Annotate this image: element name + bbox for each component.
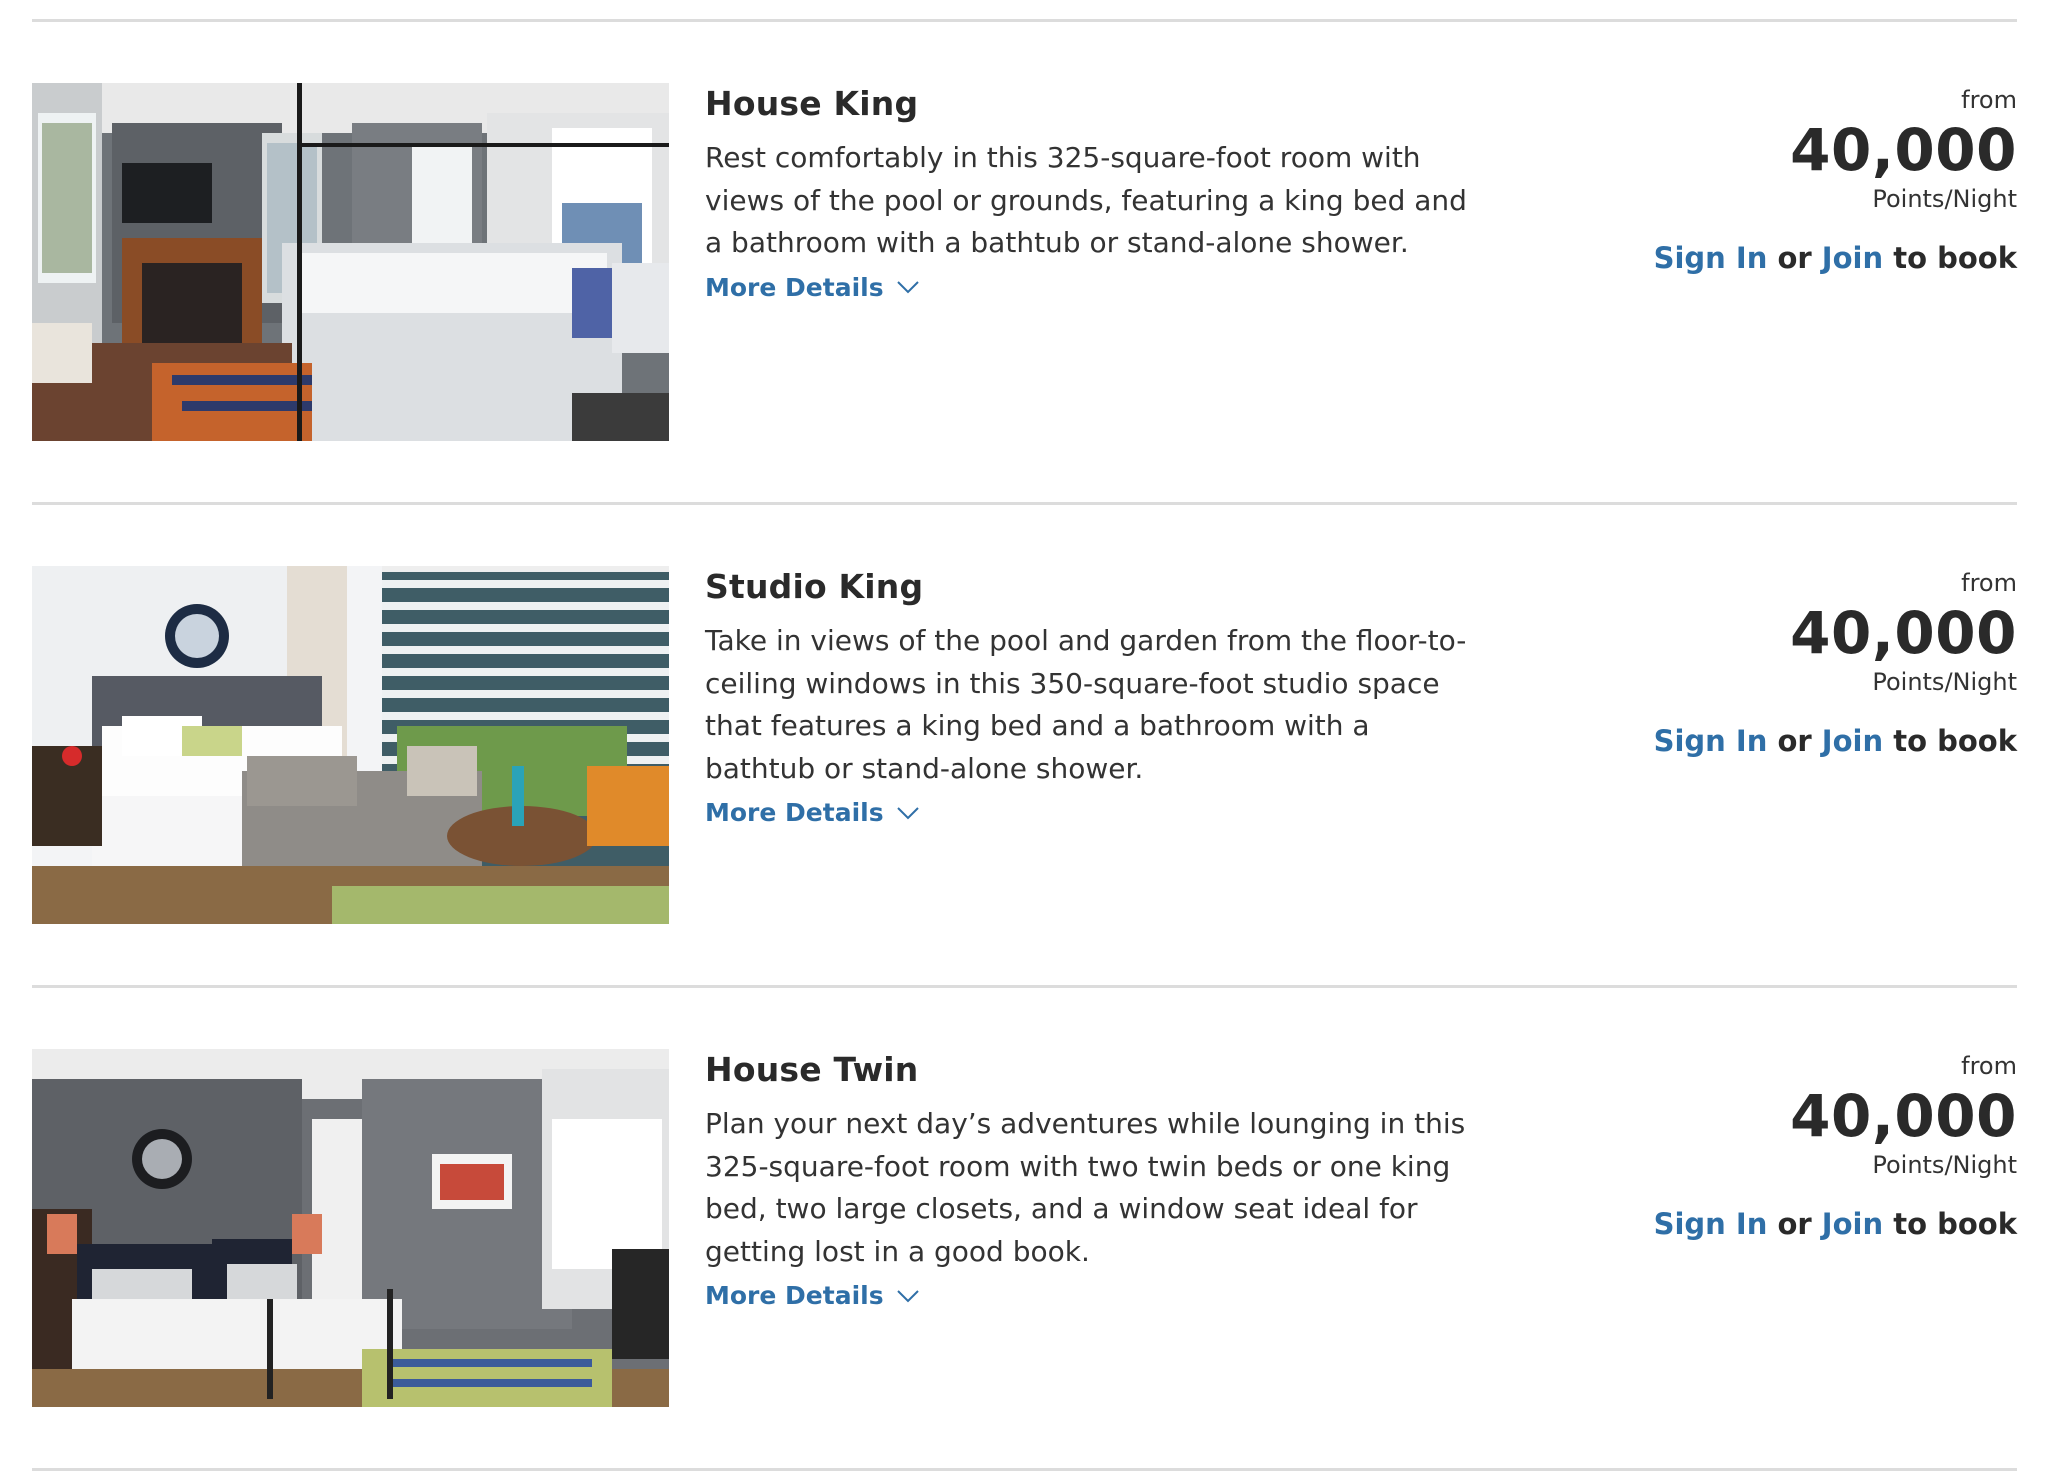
room-photo-studio-king[interactable] [32,566,669,924]
rate-from-label: from [1961,569,2017,597]
room-info: Studio King Take in views of the pool an… [705,566,1505,827]
divider [32,502,2017,505]
more-details-label: More Details [705,272,884,302]
room-description: Take in views of the pool and garden fro… [705,624,1467,785]
more-details-label: More Details [705,1281,884,1310]
room-card-house-king: House King Rest comfortably in this 325-… [32,83,2017,441]
sign-in-link[interactable]: Sign In [1654,241,1768,275]
chevron-down-icon [896,806,919,819]
chevron-down-icon [896,1289,919,1302]
room-info: House Twin Plan your next day’s adventur… [705,1049,1505,1310]
join-link[interactable]: Join [1822,241,1883,275]
divider [32,985,2017,988]
rate-points: 40,000 [1790,599,2017,667]
room-card-house-twin: House Twin Plan your next day’s adventur… [32,1049,2017,1407]
more-details-link[interactable]: More Details [705,1281,920,1310]
room-info: House King Rest comfortably in this 325-… [705,83,1505,302]
join-link[interactable]: Join [1822,724,1883,758]
more-details-label: More Details [705,798,884,827]
rate-points: 40,000 [1790,116,2017,184]
book-prompt: Sign In or Join to book [1597,239,2017,277]
rate-panel: from 40,000 Points/Night Sign In or Join… [1597,566,2017,760]
join-link[interactable]: Join [1822,1207,1883,1241]
room-card-studio-king: Studio King Take in views of the pool an… [32,566,2017,924]
to-book-text: to book [1893,1207,2017,1241]
rate-unit: Points/Night [1872,185,2017,213]
chevron-down-icon [896,281,919,294]
divider [32,19,2017,22]
or-text: or [1777,724,1812,758]
room-title[interactable]: House King [705,83,1505,125]
rate-from-label: from [1961,1052,2017,1080]
to-book-text: to book [1893,241,2017,275]
rate-points: 40,000 [1790,1082,2017,1150]
room-description: Rest comfortably in this 325-square-foot… [705,141,1467,259]
sign-in-link[interactable]: Sign In [1654,1207,1768,1241]
room-photo-house-king[interactable] [32,83,669,441]
rate-from-label: from [1961,86,2017,114]
or-text: or [1777,241,1812,275]
room-title[interactable]: Studio King [705,566,1505,608]
book-prompt: Sign In or Join to book [1597,722,2017,760]
room-description: Plan your next day’s adventures while lo… [705,1107,1466,1268]
sign-in-link[interactable]: Sign In [1654,724,1768,758]
rate-panel: from 40,000 Points/Night Sign In or Join… [1597,1049,2017,1243]
book-prompt: Sign In or Join to book [1597,1205,2017,1243]
rate-unit: Points/Night [1872,1151,2017,1179]
more-details-link[interactable]: More Details [705,798,920,827]
rate-unit: Points/Night [1872,668,2017,696]
room-title[interactable]: House Twin [705,1049,1505,1091]
or-text: or [1777,1207,1812,1241]
to-book-text: to book [1893,724,2017,758]
room-photo-house-twin[interactable] [32,1049,669,1407]
more-details-link[interactable]: More Details [705,273,920,302]
rate-panel: from 40,000 Points/Night Sign In or Join… [1597,83,2017,277]
